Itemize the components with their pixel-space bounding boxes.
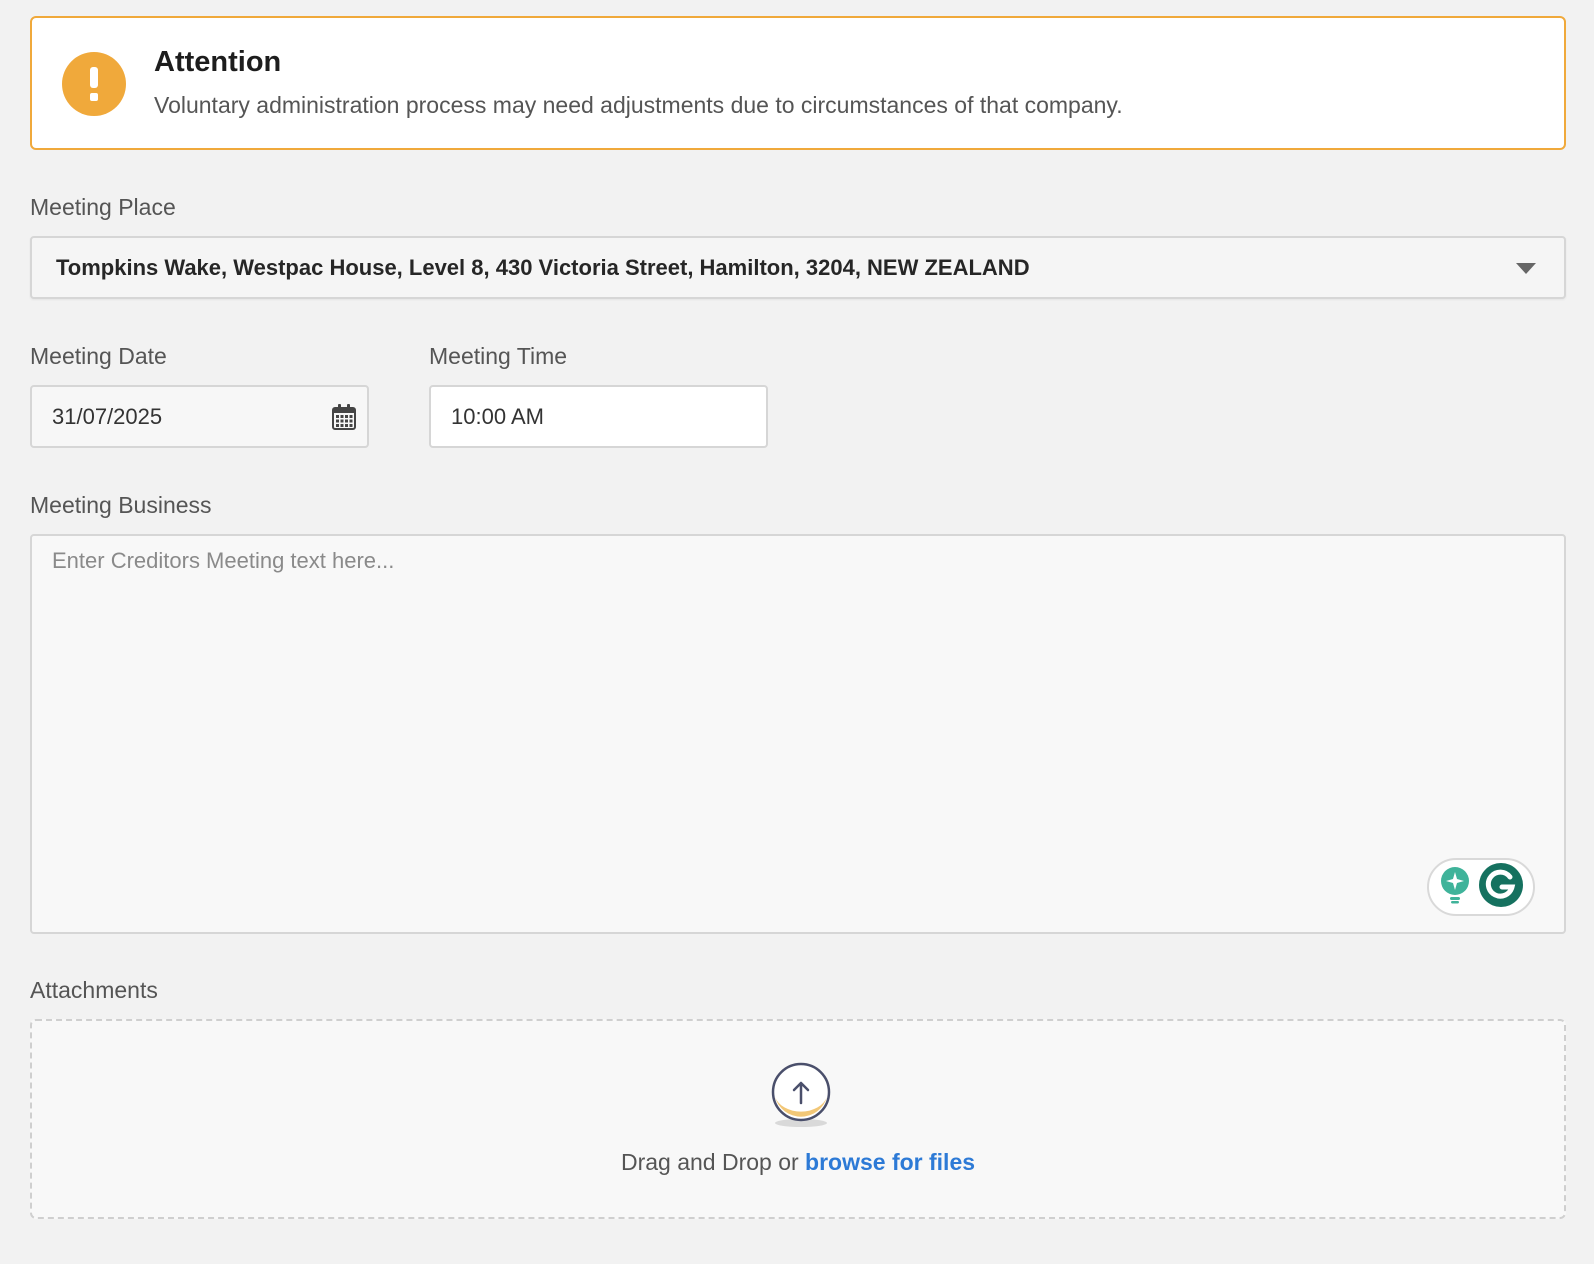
drag-drop-text: Drag and Drop or [620,1149,799,1175]
meeting-place-value: Tompkins Wake, Westpac House, Level 8, 4… [56,255,1030,280]
meeting-date-label: Meeting Date [30,343,167,369]
attachments-dropzone[interactable]: Drag and Drop or browse for files [30,1019,1566,1219]
chevron-down-icon [1516,263,1536,274]
meeting-place-label: Meeting Place [30,194,176,220]
meeting-business-textarea[interactable] [30,534,1566,934]
exclamation-icon [62,52,126,116]
lightbulb-icon[interactable] [1439,866,1471,909]
meeting-form: Attention Voluntary administration proce… [0,0,1594,1264]
meeting-place-select[interactable]: Tompkins Wake, Westpac House, Level 8, 4… [30,236,1566,299]
meeting-business-label: Meeting Business [30,492,212,518]
meeting-time-input[interactable] [429,385,768,448]
meeting-date-input[interactable] [30,385,369,448]
browse-files-link[interactable]: browse for files [805,1149,975,1175]
dropzone-text: Drag and Drop or browse for files [32,1149,1564,1176]
grammarly-widget[interactable] [1427,858,1535,916]
attention-alert: Attention Voluntary administration proce… [30,16,1566,150]
alert-title: Attention [154,46,282,78]
meeting-time-label: Meeting Time [429,343,568,369]
grammarly-icon[interactable] [1478,862,1524,913]
calendar-icon[interactable] [332,404,356,430]
upload-icon [768,1059,834,1129]
alert-message: Voluntary administration process may nee… [154,92,1123,118]
attachments-label: Attachments [30,977,158,1003]
